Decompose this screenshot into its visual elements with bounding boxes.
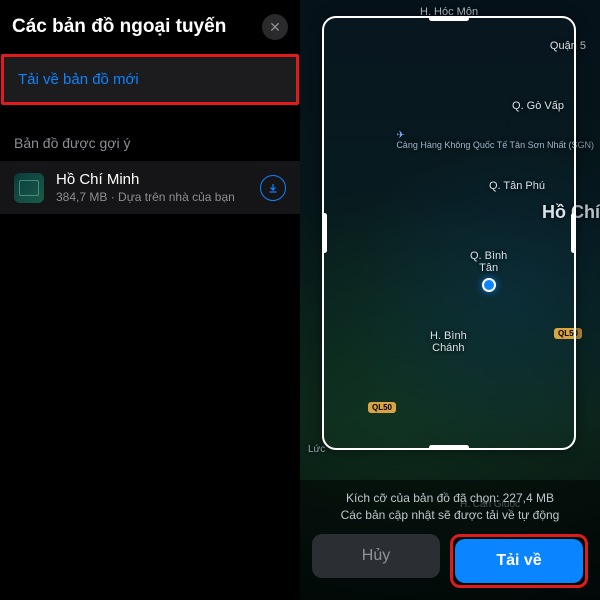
suggested-map-row[interactable]: Hồ Chí Minh 384,7 MB · Dựa trên nhà của … xyxy=(0,161,300,214)
download-icon[interactable] xyxy=(260,175,286,201)
map-size-text: Kích cỡ của bản đồ đã chọn: 227,4 MB xyxy=(346,491,554,505)
close-button[interactable]: ✕ xyxy=(262,14,288,40)
footer-buttons: Hủy Tải về xyxy=(312,534,588,588)
suggested-header: Bản đồ được gợi ý xyxy=(14,135,286,151)
resize-handle-right[interactable] xyxy=(571,213,576,253)
suggested-map-name: Hồ Chí Minh xyxy=(56,171,260,188)
map-selection-panel: H. Hóc Môn Quận 5 Q. Gò Vấp ✈Cảng Hàng K… xyxy=(300,0,600,600)
resize-handle-left[interactable] xyxy=(322,213,327,253)
resize-handle-bottom[interactable] xyxy=(429,445,469,450)
map-label-luc: Lức xyxy=(308,444,325,455)
map-thumbnail-icon xyxy=(14,173,44,203)
download-label: Tải về xyxy=(496,552,541,570)
highlight-new-map: Tải về bản đồ mới xyxy=(1,54,299,105)
offline-maps-panel: Các bản đồ ngoại tuyến ✕ Tải về bản đồ m… xyxy=(0,0,300,600)
footer-text: Kích cỡ của bản đồ đã chọn: 227,4 MB Các… xyxy=(312,490,588,524)
download-button[interactable]: Tải về xyxy=(455,539,583,583)
close-icon: ✕ xyxy=(269,19,281,36)
resize-handle-top[interactable] xyxy=(429,16,469,21)
panel-title: Các bản đồ ngoại tuyến xyxy=(12,16,226,38)
selection-footer: Kích cỡ của bản đồ đã chọn: 227,4 MB Các… xyxy=(300,480,600,600)
download-new-map-label: Tải về bản đồ mới xyxy=(18,71,139,88)
panel-header: Các bản đồ ngoại tuyến ✕ xyxy=(0,0,300,52)
suggested-map-text: Hồ Chí Minh 384,7 MB · Dựa trên nhà của … xyxy=(56,171,260,204)
auto-update-text: Các bản cập nhật sẽ được tải về tự động xyxy=(341,508,560,522)
download-new-map-row[interactable]: Tải về bản đồ mới xyxy=(4,57,296,102)
cancel-label: Hủy xyxy=(362,547,390,565)
suggested-map-subtitle: 384,7 MB · Dựa trên nhà của bạn xyxy=(56,190,260,204)
highlight-download: Tải về xyxy=(450,534,588,588)
cancel-button[interactable]: Hủy xyxy=(312,534,440,578)
map-selection-frame[interactable] xyxy=(322,16,576,450)
